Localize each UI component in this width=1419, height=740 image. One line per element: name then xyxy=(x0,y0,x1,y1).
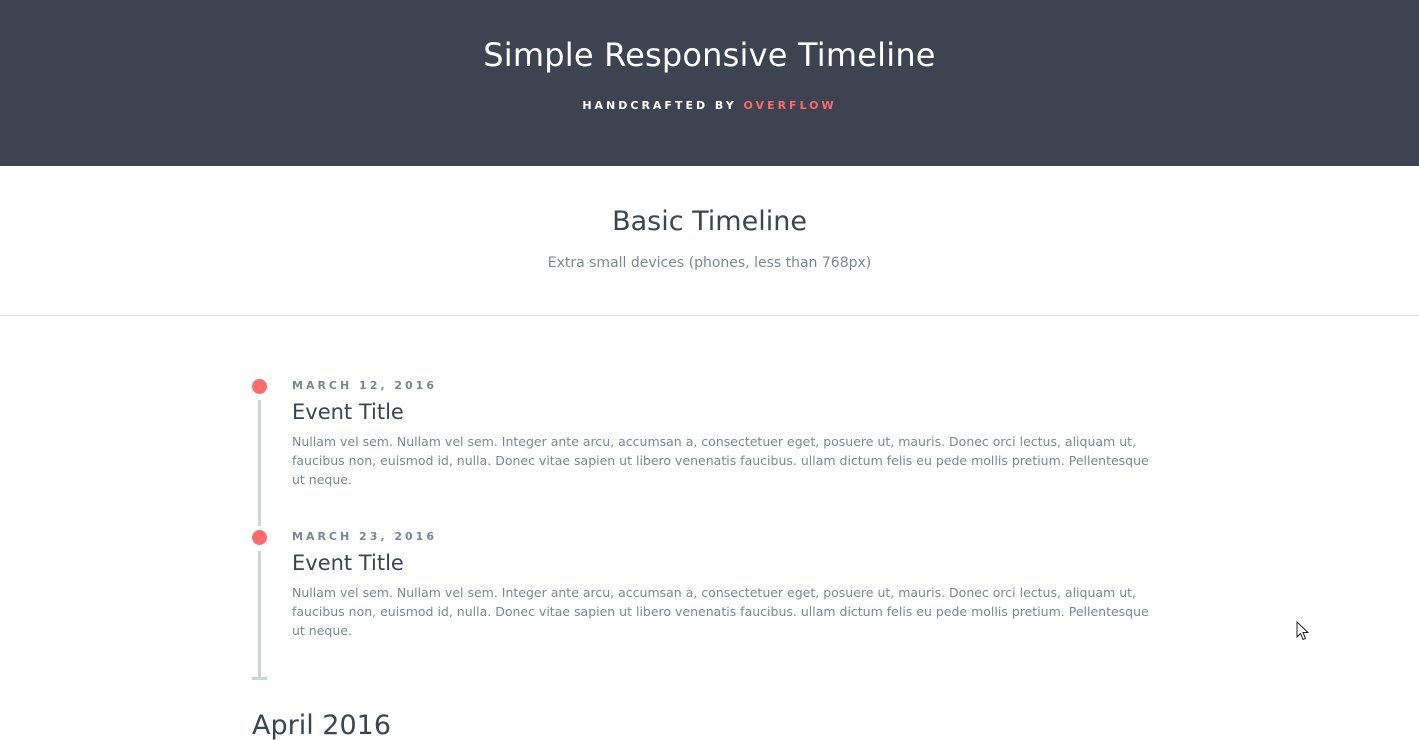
event-date: MARCH 12, 2016 xyxy=(292,379,437,392)
section-intro: Basic Timeline Extra small devices (phon… xyxy=(0,166,1419,316)
timeline-content: MARCH 23, 2016 Event Title Nullam vel se… xyxy=(292,529,1152,640)
event-title: Event Title xyxy=(292,400,404,424)
section-title: Basic Timeline xyxy=(612,206,807,237)
timeline-end-cap xyxy=(252,677,267,680)
event-body: Nullam vel sem. Nullam vel sem. Integer … xyxy=(292,585,1149,638)
period-heading: April 2016 xyxy=(252,710,392,740)
site-header: Simple Responsive Timeline HANDCRAFTED B… xyxy=(0,0,1419,166)
section-description: Extra small devices (phones, less than 7… xyxy=(547,255,872,271)
subtitle-prefix: HANDCRAFTED BY xyxy=(582,99,744,112)
event-body: Nullam vel sem. Nullam vel sem. Integer … xyxy=(292,434,1149,487)
timeline-marker xyxy=(252,530,267,545)
timeline-marker xyxy=(252,379,267,394)
site-subtitle: HANDCRAFTED BY OVERFLOW xyxy=(0,99,1419,112)
event-title: Event Title xyxy=(292,551,404,575)
mouse-pointer-icon xyxy=(1296,621,1310,641)
event-date: MARCH 23, 2016 xyxy=(292,530,437,543)
brand-link[interactable]: OVERFLOW xyxy=(744,99,837,112)
timeline-line xyxy=(258,551,261,679)
page-title: Simple Responsive Timeline xyxy=(483,36,936,74)
timeline-line xyxy=(258,400,261,526)
timeline-content: MARCH 12, 2016 Event Title Nullam vel se… xyxy=(292,378,1152,489)
